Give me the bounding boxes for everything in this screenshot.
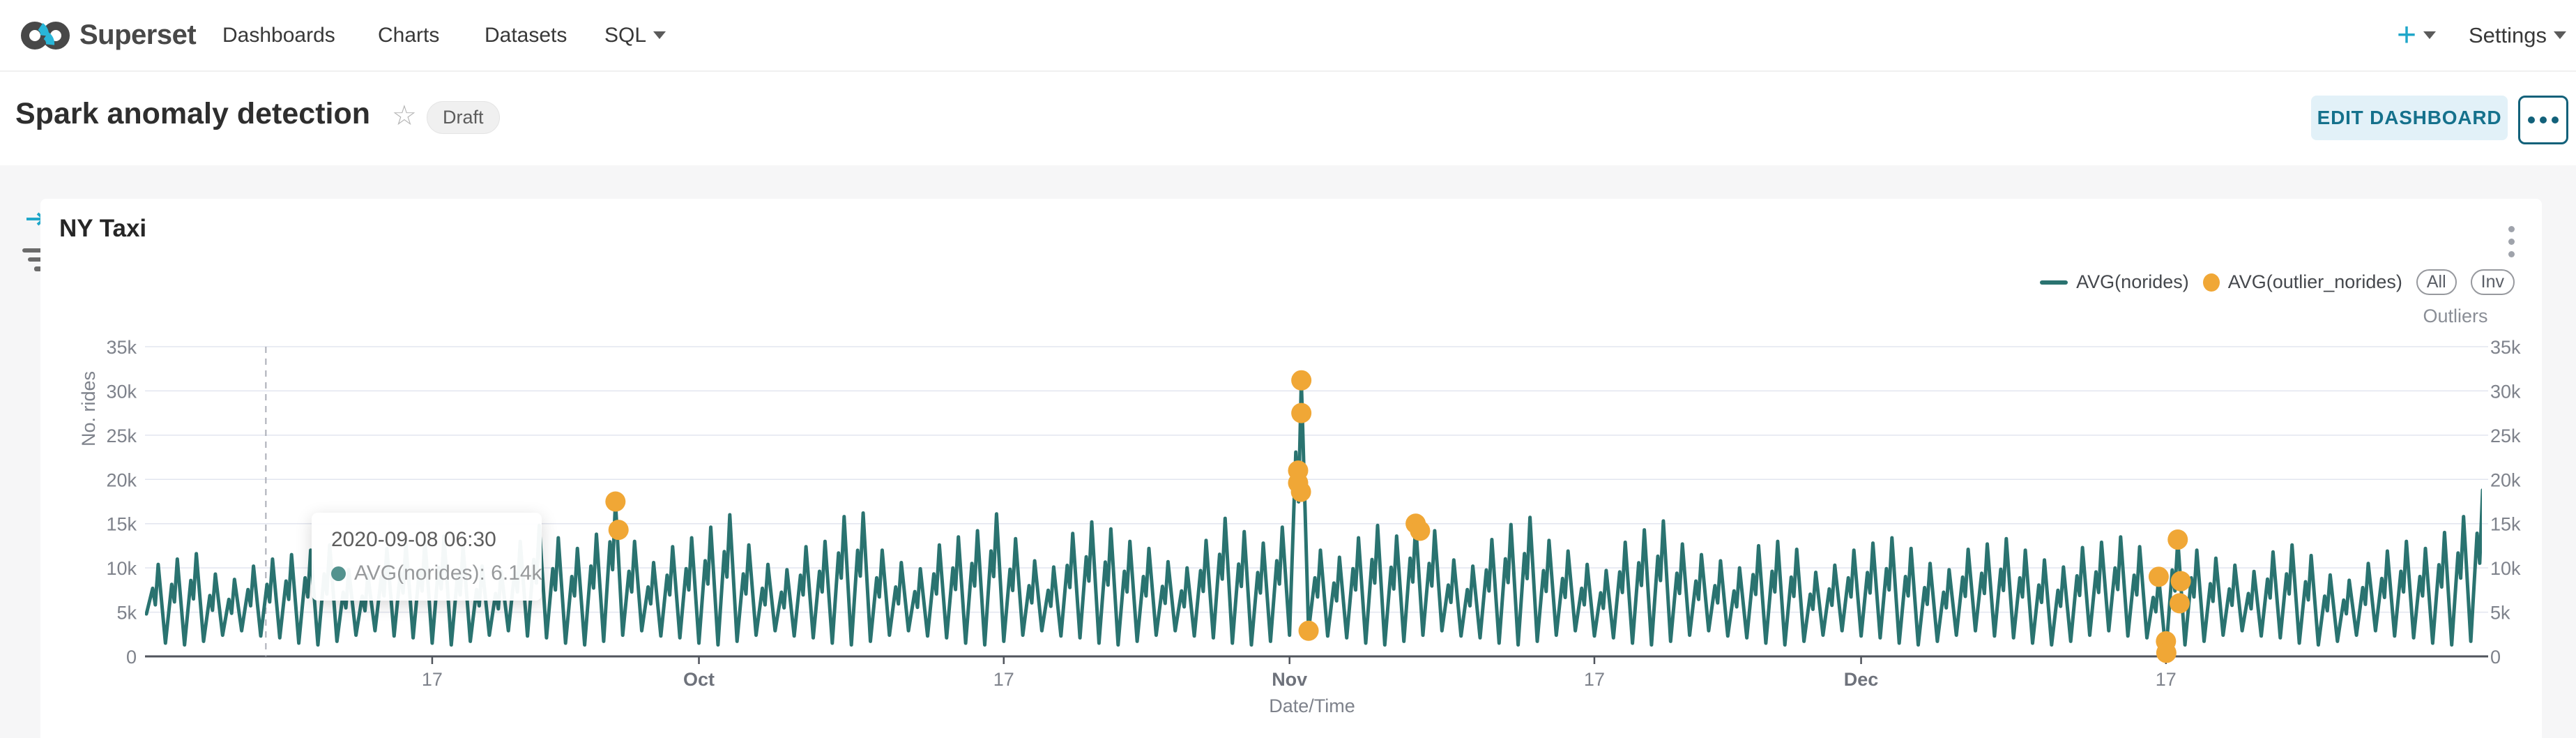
top-navbar: Superset Dashboards Charts Datasets SQL …	[0, 0, 2576, 72]
nav-sql[interactable]: SQL	[604, 0, 666, 70]
page-title: Spark anomaly detection	[15, 97, 370, 131]
add-new-button[interactable]: +	[2397, 0, 2436, 70]
nav-dashboards[interactable]: Dashboards	[222, 0, 335, 70]
x-axis-title: Date/Time	[1201, 695, 1424, 717]
dashboard-header: Spark anomaly detection ☆ Draft EDIT DAS…	[0, 72, 2576, 165]
settings-menu[interactable]: Settings	[2469, 0, 2566, 70]
line-swatch-icon	[2040, 280, 2068, 285]
legend-inv-button[interactable]: Inv	[2471, 269, 2515, 295]
chart-title: NY Taxi	[59, 215, 146, 243]
edit-dashboard-button[interactable]: EDIT DASHBOARD	[2311, 96, 2508, 140]
superset-logo[interactable]: Superset	[21, 0, 196, 70]
legend-item-outlier-norides[interactable]: AVG(outlier_norides)	[2203, 271, 2402, 293]
kebab-icon	[2508, 226, 2515, 232]
status-badge[interactable]: Draft	[427, 101, 500, 134]
chevron-down-icon	[2423, 31, 2436, 39]
left-axis-title: No. rides	[78, 371, 100, 446]
superset-dashboard-page: Superset Dashboards Charts Datasets SQL …	[0, 0, 2576, 738]
tooltip-date: 2020-09-08 06:30	[331, 528, 522, 552]
chart-tooltip: 2020-09-08 06:30 AVG(norides): 6.14k	[312, 513, 542, 601]
series-dot-icon	[331, 566, 346, 581]
ellipsis-icon	[2528, 116, 2535, 123]
legend-item-norides[interactable]: AVG(norides)	[2040, 271, 2189, 293]
brand-name: Superset	[79, 20, 196, 51]
plus-icon: +	[2397, 16, 2416, 54]
nav-datasets[interactable]: Datasets	[485, 0, 567, 70]
dashboard-more-button[interactable]	[2518, 96, 2568, 144]
chevron-down-icon	[2554, 31, 2566, 39]
favorite-star-icon[interactable]: ☆	[392, 100, 417, 132]
nav-charts[interactable]: Charts	[378, 0, 439, 70]
chart-legend: AVG(norides) AVG(outlier_norides) All In…	[2040, 269, 2515, 295]
dot-swatch-icon	[2203, 273, 2220, 292]
tooltip-value: AVG(norides): 6.14k	[354, 562, 542, 585]
chart-kebab-menu[interactable]	[2506, 223, 2517, 260]
right-axis-title: Outliers	[2407, 306, 2504, 327]
superset-infinity-icon	[21, 20, 70, 51]
legend-all-button[interactable]: All	[2416, 269, 2457, 295]
chevron-down-icon	[653, 31, 666, 39]
